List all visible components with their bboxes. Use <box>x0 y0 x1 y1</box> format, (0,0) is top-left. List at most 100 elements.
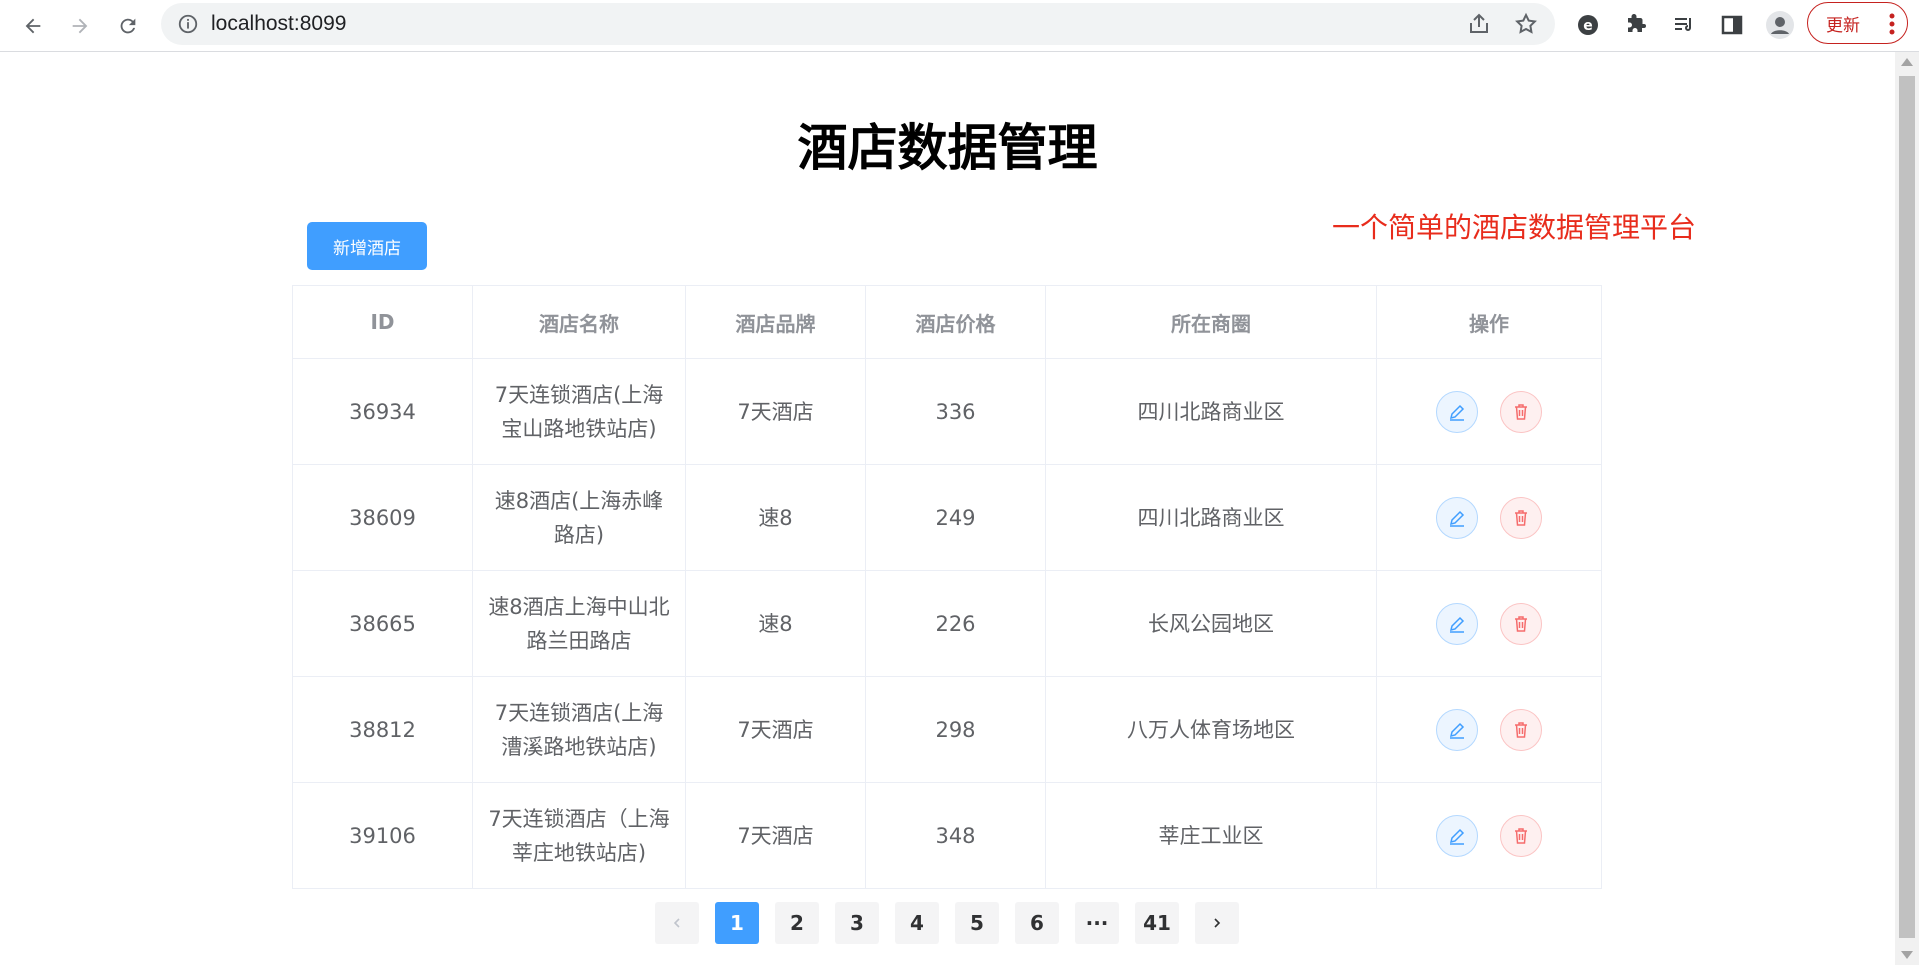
cell-price: 226 <box>865 570 1046 677</box>
delete-button[interactable] <box>1500 602 1542 645</box>
more-pages-button[interactable]: ··· <box>1075 902 1119 944</box>
table-row: 38609 速8酒店(上海赤峰路店) 速8 249 四川北路商业区 <box>292 464 1602 571</box>
page-button[interactable]: 4 <box>895 902 939 944</box>
reload-icon <box>120 18 136 34</box>
header-area: 所在商圈 <box>1045 285 1377 359</box>
table-row: 38665 速8酒店上海中山北路兰田路店 速8 226 长风公园地区 <box>292 570 1602 677</box>
delete-button[interactable] <box>1500 390 1542 433</box>
delete-trash-icon <box>1515 509 1527 526</box>
page-button[interactable]: 2 <box>775 902 819 944</box>
cell-brand: 速8 <box>685 570 866 677</box>
cell-actions <box>1376 570 1602 677</box>
extensions-puzzle-icon[interactable] <box>1622 11 1650 39</box>
cell-id: 38812 <box>292 676 473 783</box>
cell-brand: 7天酒店 <box>685 358 866 465</box>
prev-page-button[interactable] <box>655 902 699 944</box>
bookmark-star-icon[interactable] <box>1514 12 1538 36</box>
cell-actions <box>1376 676 1602 783</box>
cell-area: 莘庄工业区 <box>1045 782 1377 889</box>
delete-button[interactable] <box>1500 814 1542 857</box>
edit-button[interactable] <box>1436 602 1478 645</box>
reload-button[interactable] <box>111 9 145 43</box>
reading-list-icon[interactable] <box>1670 11 1698 39</box>
delete-trash-icon <box>1515 615 1527 632</box>
cell-price: 336 <box>865 358 1046 465</box>
cell-brand: 7天酒店 <box>685 676 866 783</box>
header-brand: 酒店品牌 <box>685 285 866 359</box>
info-icon[interactable] <box>177 13 199 35</box>
side-panel-icon[interactable] <box>1718 11 1746 39</box>
cell-name: 速8酒店(上海赤峰路店) <box>472 464 686 571</box>
page-button[interactable]: 41 <box>1135 902 1179 944</box>
edit-pencil-icon <box>1449 722 1465 739</box>
cell-brand: 速8 <box>685 464 866 571</box>
cell-name: 7天连锁酒店(上海宝山路地铁站店) <box>472 358 686 465</box>
header-id: ID <box>292 285 473 359</box>
browser-toolbar: localhost:8099 e 更新 <box>0 0 1919 52</box>
back-arrow-icon <box>25 18 41 34</box>
scroll-up-icon[interactable] <box>1901 58 1913 66</box>
delete-trash-icon <box>1515 827 1527 844</box>
table-row: 39106 7天连锁酒店（上海莘庄地铁站店) 7天酒店 348 莘庄工业区 <box>292 782 1602 889</box>
profile-avatar-icon[interactable] <box>1766 11 1794 39</box>
forward-button[interactable] <box>63 9 97 43</box>
header-actions: 操作 <box>1376 285 1602 359</box>
edit-pencil-icon <box>1449 404 1465 421</box>
cell-id: 36934 <box>292 358 473 465</box>
page-button[interactable]: 3 <box>835 902 879 944</box>
header-name: 酒店名称 <box>472 285 686 359</box>
page-button[interactable]: 5 <box>955 902 999 944</box>
delete-button[interactable] <box>1500 496 1542 539</box>
table-row: 36934 7天连锁酒店(上海宝山路地铁站店) 7天酒店 336 四川北路商业区 <box>292 358 1602 465</box>
table-header-row: ID 酒店名称 酒店品牌 酒店价格 所在商圈 操作 <box>292 285 1602 359</box>
cell-price: 348 <box>865 782 1046 889</box>
share-icon[interactable] <box>1467 12 1491 36</box>
add-hotel-button[interactable]: 新增酒店 <box>307 222 427 270</box>
page-button[interactable]: 1 <box>715 902 759 944</box>
edit-pencil-icon <box>1449 616 1465 633</box>
page-subtitle: 一个简单的酒店数据管理平台 <box>1332 211 1697 244</box>
edit-button[interactable] <box>1436 496 1478 539</box>
edit-pencil-icon <box>1449 510 1465 527</box>
page-title: 酒店数据管理 <box>797 119 1098 177</box>
update-label: 更新 <box>1826 15 1860 36</box>
table-row: 38812 7天连锁酒店(上海漕溪路地铁站店) 7天酒店 298 八万人体育场地… <box>292 676 1602 783</box>
cell-id: 38665 <box>292 570 473 677</box>
delete-trash-icon <box>1515 721 1527 738</box>
update-button[interactable]: 更新 <box>1807 2 1908 44</box>
header-price: 酒店价格 <box>865 285 1046 359</box>
cell-id: 38609 <box>292 464 473 571</box>
pagination: 1 2 3 4 5 6 ··· 41 <box>655 902 1239 944</box>
cell-price: 298 <box>865 676 1046 783</box>
url-text: localhost:8099 <box>211 12 347 35</box>
next-page-button[interactable] <box>1195 902 1239 944</box>
cell-name: 速8酒店上海中山北路兰田路店 <box>472 570 686 677</box>
scroll-down-icon[interactable] <box>1901 951 1913 959</box>
cell-area: 长风公园地区 <box>1045 570 1377 677</box>
cell-actions <box>1376 464 1602 571</box>
cell-brand: 7天酒店 <box>685 782 866 889</box>
delete-button[interactable] <box>1500 708 1542 751</box>
address-bar[interactable]: localhost:8099 <box>161 3 1555 45</box>
hotel-table: ID 酒店名称 酒店品牌 酒店价格 所在商圈 操作 36934 7天连锁酒店(上… <box>292 285 1602 889</box>
extension-e-icon[interactable]: e <box>1574 11 1602 39</box>
chevron-right-icon <box>1214 918 1221 928</box>
cell-id: 39106 <box>292 782 473 889</box>
cell-area: 八万人体育场地区 <box>1045 676 1377 783</box>
page-scrollbar[interactable] <box>1895 52 1919 965</box>
chevron-left-icon <box>673 918 680 928</box>
page-button[interactable]: 6 <box>1015 902 1059 944</box>
edit-button[interactable] <box>1436 390 1478 433</box>
menu-dots-icon <box>1889 13 1895 35</box>
cell-name: 7天连锁酒店（上海莘庄地铁站店) <box>472 782 686 889</box>
edit-pencil-icon <box>1449 828 1465 845</box>
edit-button[interactable] <box>1436 708 1478 751</box>
back-button[interactable] <box>16 9 50 43</box>
cell-area: 四川北路商业区 <box>1045 358 1377 465</box>
svg-text:e: e <box>1583 18 1593 34</box>
scroll-thumb[interactable] <box>1899 76 1915 938</box>
cell-name: 7天连锁酒店(上海漕溪路地铁站店) <box>472 676 686 783</box>
cell-price: 249 <box>865 464 1046 571</box>
edit-button[interactable] <box>1436 814 1478 857</box>
forward-arrow-icon <box>72 18 88 34</box>
